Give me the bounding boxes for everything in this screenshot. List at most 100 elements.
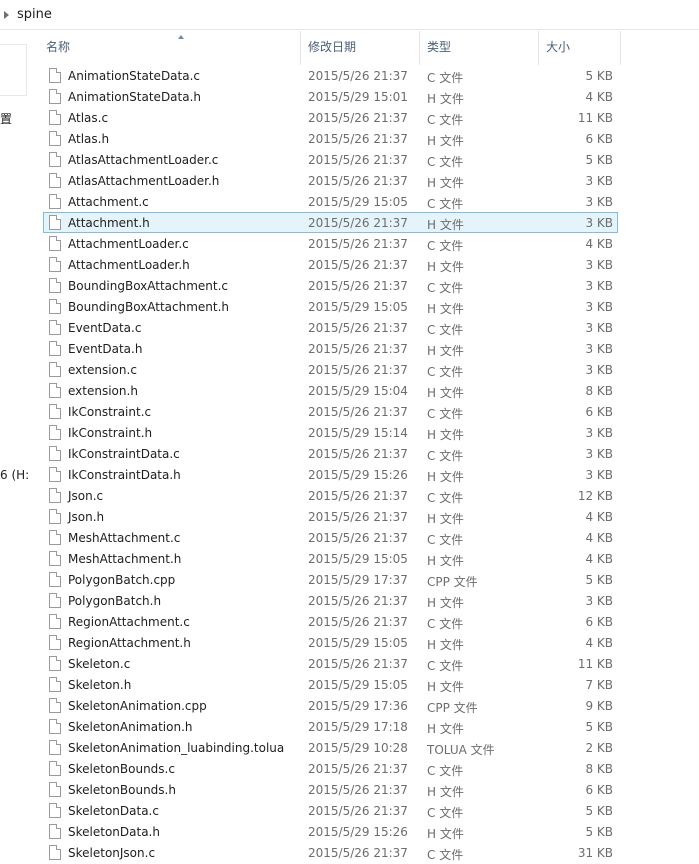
file-row[interactable]: AtlasAttachmentLoader.c 2015/5/26 21:37 C … — [43, 149, 618, 170]
file-date: 2015/5/26 21:37 — [308, 510, 408, 524]
file-row[interactable]: MeshAttachment.c 2015/5/26 21:37 C 文件 4 KB — [43, 527, 618, 548]
file-row[interactable]: AnimationStateData.h 2015/5/29 15:01 H 文件 4… — [43, 86, 618, 107]
file-row[interactable]: SkeletonJson.c 2015/5/26 21:37 C 文件 31 KB — [43, 842, 618, 863]
file-name: BoundingBoxAttachment.h — [68, 300, 230, 314]
file-date: 2015/5/26 21:37 — [308, 783, 408, 797]
file-name: IkConstraintData.c — [68, 447, 180, 461]
file-row[interactable]: extension.c 2015/5/26 21:37 C 文件 3 KB — [43, 359, 618, 380]
file-icon — [49, 782, 61, 797]
file-icon — [49, 173, 61, 188]
address-bar[interactable]: spine — [0, 0, 699, 30]
file-name: Skeleton.h — [68, 678, 132, 692]
file-date: 2015/5/26 21:37 — [308, 657, 408, 671]
file-icon — [49, 383, 61, 398]
column-header-date[interactable]: 修改日期 — [301, 31, 420, 65]
file-row[interactable]: PolygonBatch.cpp 2015/5/29 17:37 CPP 文件 5 K… — [43, 569, 618, 590]
file-size: 5 KB — [585, 69, 613, 83]
file-row[interactable]: IkConstraintData.h 2015/5/29 15:26 H 文件 3 K… — [43, 464, 618, 485]
file-size: 2 KB — [585, 741, 613, 755]
nav-pane-item[interactable] — [0, 44, 27, 96]
file-size: 5 KB — [585, 804, 613, 818]
file-row[interactable]: EventData.c 2015/5/26 21:37 C 文件 3 KB — [43, 317, 618, 338]
file-row[interactable]: Skeleton.c 2015/5/26 21:37 C 文件 11 KB — [43, 653, 618, 674]
file-name: IkConstraint.h — [68, 426, 153, 440]
file-size: 8 KB — [585, 384, 613, 398]
file-row[interactable]: SkeletonAnimation_luabinding.tolua 2015/5… — [43, 737, 618, 758]
file-row[interactable]: MeshAttachment.h 2015/5/29 15:05 H 文件 4 KB — [43, 548, 618, 569]
file-row[interactable]: EventData.h 2015/5/26 21:37 H 文件 3 KB — [43, 338, 618, 359]
expand-arrow-icon[interactable] — [4, 11, 9, 19]
navigation-pane: 置 6 (H: — [0, 31, 29, 864]
file-row[interactable]: SkeletonData.c 2015/5/26 21:37 C 文件 5 KB — [43, 800, 618, 821]
file-size: 12 KB — [577, 489, 613, 503]
file-size: 6 KB — [585, 615, 613, 629]
file-row[interactable]: Skeleton.h 2015/5/29 15:05 H 文件 7 KB — [43, 674, 618, 695]
file-name: PolygonBatch.h — [68, 594, 162, 608]
file-date: 2015/5/26 21:37 — [308, 405, 408, 419]
file-icon — [49, 341, 61, 356]
file-size: 5 KB — [585, 573, 613, 587]
file-row[interactable]: RegionAttachment.c 2015/5/26 21:37 C 文件 6 K… — [43, 611, 618, 632]
file-row[interactable]: Json.c 2015/5/26 21:37 C 文件 12 KB — [43, 485, 618, 506]
file-icon — [49, 572, 61, 587]
file-row[interactable]: IkConstraint.c 2015/5/26 21:37 C 文件 6 KB — [43, 401, 618, 422]
file-date: 2015/5/29 17:18 — [308, 720, 408, 734]
file-row[interactable]: Atlas.c 2015/5/26 21:37 C 文件 11 KB — [43, 107, 618, 128]
file-row[interactable]: Attachment.c 2015/5/29 15:05 C 文件 3 KB — [43, 191, 618, 212]
file-row[interactable]: Atlas.h 2015/5/26 21:37 H 文件 6 KB — [43, 128, 618, 149]
file-row[interactable]: SkeletonBounds.c 2015/5/26 21:37 C 文件 8 KB — [43, 758, 618, 779]
file-size: 3 KB — [585, 594, 613, 608]
file-icon — [49, 824, 61, 839]
file-size: 5 KB — [585, 153, 613, 167]
file-name: Json.c — [68, 489, 104, 503]
file-icon — [49, 614, 61, 629]
file-name: SkeletonBounds.c — [68, 762, 175, 776]
file-size: 6 KB — [585, 405, 613, 419]
file-row[interactable]: Attachment.h 2015/5/26 21:37 H 文件 3 KB — [43, 212, 618, 233]
file-size: 3 KB — [585, 174, 613, 188]
file-date: 2015/5/26 21:37 — [308, 153, 408, 167]
column-header-type[interactable]: 类型 — [420, 31, 539, 65]
file-row[interactable]: SkeletonData.h 2015/5/29 15:26 H 文件 5 KB — [43, 821, 618, 842]
file-name: Atlas.h — [68, 132, 110, 146]
file-row[interactable]: PolygonBatch.h 2015/5/26 21:37 H 文件 3 KB — [43, 590, 618, 611]
file-row[interactable]: AtlasAttachmentLoader.h 2015/5/26 21:37 H … — [43, 170, 618, 191]
file-size: 3 KB — [585, 321, 613, 335]
file-size: 3 KB — [585, 216, 613, 230]
file-row[interactable]: SkeletonAnimation.h 2015/5/29 17:18 H 文件 5 … — [43, 716, 618, 737]
file-name: AttachmentLoader.h — [68, 258, 190, 272]
file-size: 3 KB — [585, 363, 613, 377]
file-type: C 文件 — [427, 407, 464, 421]
column-header-name[interactable]: 名称 — [39, 31, 301, 65]
file-date: 2015/5/26 21:37 — [308, 846, 408, 860]
file-type: H 文件 — [427, 827, 464, 841]
file-type: H 文件 — [427, 785, 464, 799]
file-row[interactable]: SkeletonAnimation.cpp 2015/5/29 17:36 CPP … — [43, 695, 618, 716]
file-size: 3 KB — [585, 468, 613, 482]
file-row[interactable]: AnimationStateData.c 2015/5/26 21:37 C 文件 5… — [43, 65, 618, 86]
file-date: 2015/5/26 21:37 — [308, 69, 408, 83]
file-name: SkeletonData.h — [68, 825, 160, 839]
file-icon — [49, 257, 61, 272]
file-row[interactable]: BoundingBoxAttachment.c 2015/5/26 21:37 C … — [43, 275, 618, 296]
file-row[interactable]: RegionAttachment.h 2015/5/29 15:05 H 文件 4 K… — [43, 632, 618, 653]
breadcrumb-folder[interactable]: spine — [17, 7, 52, 22]
file-row[interactable]: BoundingBoxAttachment.h 2015/5/29 15:05 H … — [43, 296, 618, 317]
file-icon — [49, 698, 61, 713]
file-date: 2015/5/29 15:04 — [308, 384, 408, 398]
file-size: 3 KB — [585, 279, 613, 293]
file-name: Skeleton.c — [68, 657, 131, 671]
file-row[interactable]: extension.h 2015/5/29 15:04 H 文件 8 KB — [43, 380, 618, 401]
file-name: SkeletonData.c — [68, 804, 159, 818]
column-header-size[interactable]: 大小 — [539, 31, 621, 65]
file-row[interactable]: Json.h 2015/5/26 21:37 H 文件 4 KB — [43, 506, 618, 527]
file-row[interactable]: AttachmentLoader.h 2015/5/26 21:37 H 文件 3 K… — [43, 254, 618, 275]
file-row[interactable]: IkConstraint.h 2015/5/29 15:14 H 文件 3 KB — [43, 422, 618, 443]
file-name: RegionAttachment.h — [68, 636, 191, 650]
file-row[interactable]: SkeletonBounds.h 2015/5/26 21:37 H 文件 6 KB — [43, 779, 618, 800]
file-icon — [49, 677, 61, 692]
file-size: 5 KB — [585, 720, 613, 734]
file-size: 7 KB — [585, 678, 613, 692]
file-row[interactable]: IkConstraintData.c 2015/5/26 21:37 C 文件 3 K… — [43, 443, 618, 464]
file-row[interactable]: AttachmentLoader.c 2015/5/26 21:37 C 文件 4 K… — [43, 233, 618, 254]
